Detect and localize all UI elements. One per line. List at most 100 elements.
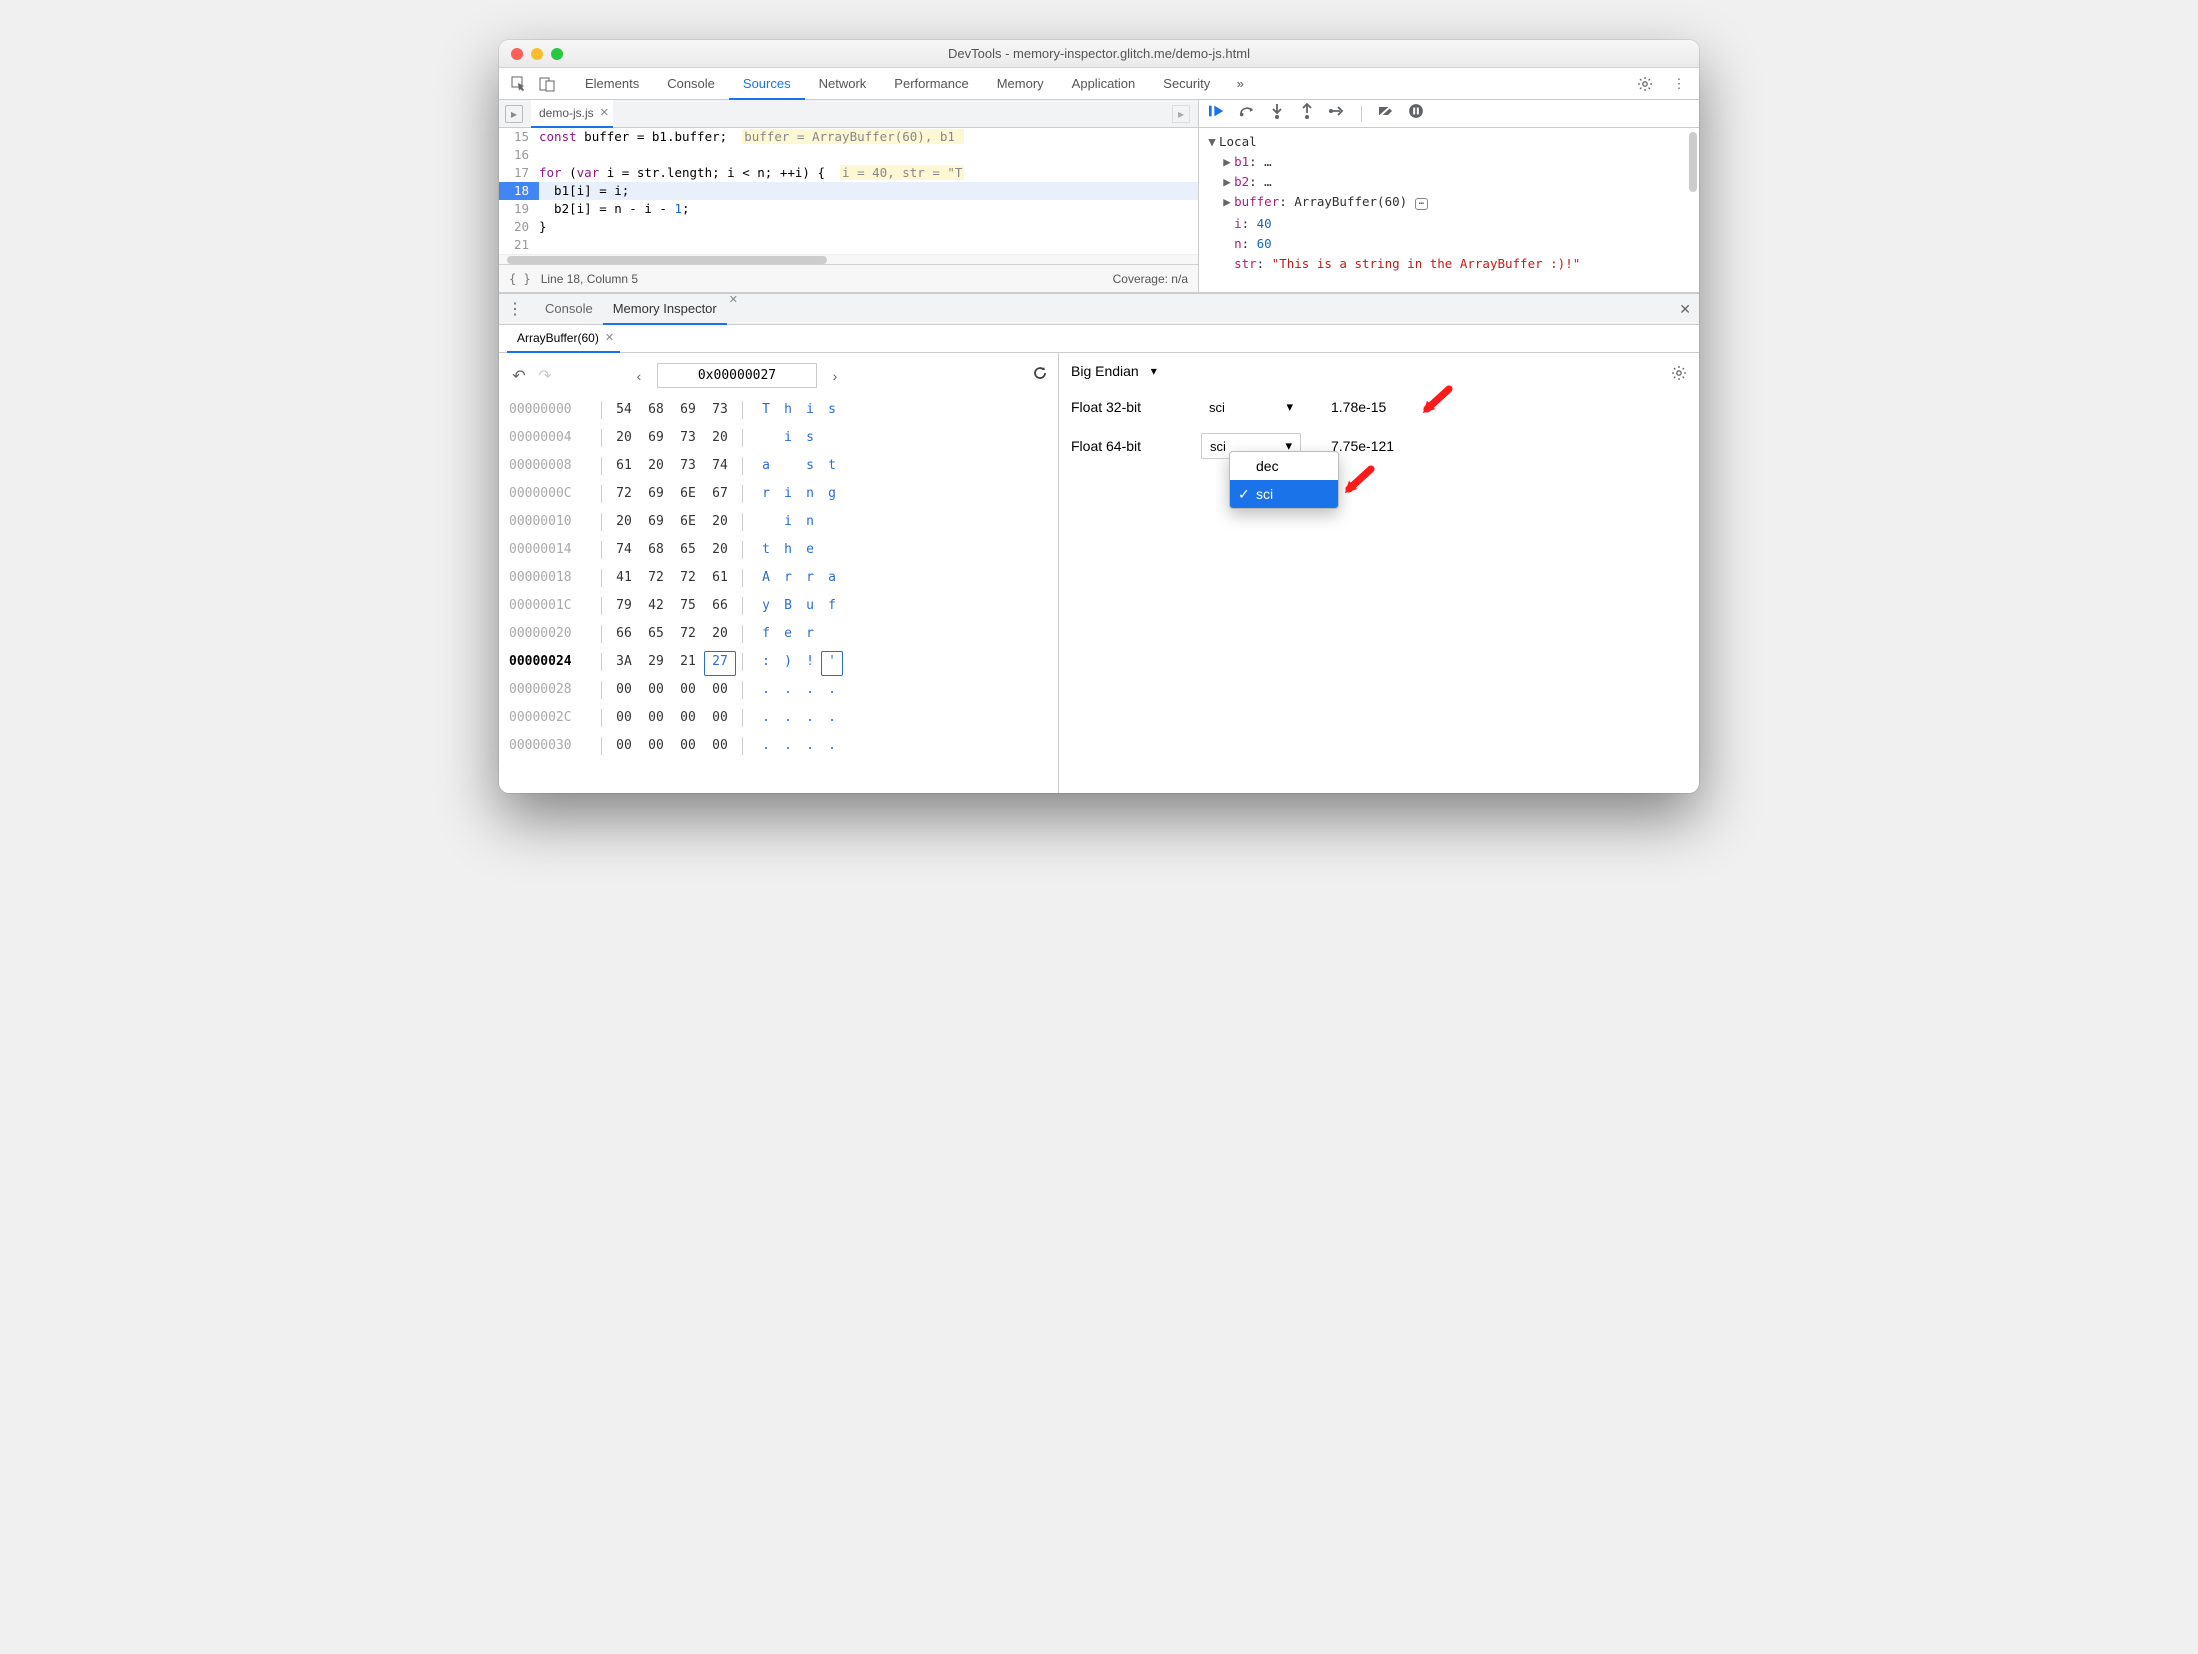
hex-byte[interactable]: 27 (704, 651, 736, 676)
hex-byte[interactable]: 21 (672, 648, 704, 676)
hex-byte[interactable]: 20 (640, 452, 672, 480)
hex-ascii[interactable] (777, 452, 799, 480)
panel-tab-console[interactable]: Console (653, 68, 729, 100)
hex-ascii[interactable]: r (777, 564, 799, 592)
hex-ascii[interactable]: g (821, 480, 843, 508)
hex-byte[interactable]: 68 (640, 396, 672, 424)
line-number[interactable]: 16 (499, 146, 539, 164)
scope-section[interactable]: ▼Local (1207, 132, 1691, 152)
hex-ascii[interactable]: h (777, 536, 799, 564)
scope-variable[interactable]: ▶buffer: ArrayBuffer(60) ⋯ (1207, 192, 1691, 214)
hex-ascii[interactable]: r (755, 480, 777, 508)
hex-byte[interactable]: 3A (608, 648, 640, 676)
dropdown-option-dec[interactable]: dec (1230, 452, 1338, 480)
close-drawer-tab-icon[interactable]: ✕ (729, 293, 738, 325)
hex-ascii[interactable]: A (755, 564, 777, 592)
scope-variable[interactable]: i: 40 (1207, 214, 1691, 234)
hex-ascii[interactable]: : (755, 648, 777, 676)
hex-ascii[interactable]: T (755, 396, 777, 424)
file-tab[interactable]: demo-js.js ✕ (531, 100, 613, 128)
endian-dropdown-icon[interactable]: ▾ (1151, 364, 1157, 378)
dropdown-option-sci[interactable]: sci (1230, 480, 1338, 508)
hex-byte[interactable]: 54 (608, 396, 640, 424)
resume-icon[interactable] (1209, 103, 1225, 124)
hex-byte[interactable]: 20 (704, 620, 736, 648)
scope-variable[interactable]: str: "This is a string in the ArrayBuffe… (1207, 254, 1691, 274)
pretty-print-icon[interactable]: { } (509, 272, 531, 286)
hex-row[interactable]: 0000001C79427566yBuf (509, 592, 1048, 620)
hex-ascii[interactable] (821, 508, 843, 536)
panel-tab-security[interactable]: Security (1149, 68, 1224, 100)
scope-variable[interactable]: ▶b2: … (1207, 172, 1691, 192)
hex-ascii[interactable] (821, 536, 843, 564)
undo-icon[interactable]: ↶ (509, 366, 529, 386)
hex-ascii[interactable]: s (821, 396, 843, 424)
hex-row[interactable]: 0000000054686973This (509, 396, 1048, 424)
value-settings-gear-icon[interactable] (1671, 365, 1687, 386)
hex-ascii[interactable]: t (821, 452, 843, 480)
hex-byte[interactable]: 73 (672, 452, 704, 480)
hex-byte[interactable]: 00 (672, 676, 704, 704)
hex-byte[interactable]: 00 (704, 676, 736, 704)
hex-byte[interactable]: 00 (608, 676, 640, 704)
hex-byte[interactable]: 75 (672, 592, 704, 620)
hex-byte[interactable]: 73 (704, 396, 736, 424)
hex-byte[interactable]: 29 (640, 648, 672, 676)
step-icon[interactable] (1329, 103, 1345, 124)
hex-byte[interactable]: 65 (672, 536, 704, 564)
hex-ascii[interactable]: . (821, 704, 843, 732)
hex-byte[interactable]: 00 (608, 704, 640, 732)
step-into-icon[interactable] (1269, 103, 1285, 124)
hex-ascii[interactable]: . (821, 676, 843, 704)
hex-row[interactable]: 0000002066657220fer (509, 620, 1048, 648)
code-editor[interactable]: 15const buffer = b1.buffer; buffer = Arr… (499, 128, 1198, 254)
hex-row[interactable]: 0000001841727261Arra (509, 564, 1048, 592)
hex-grid[interactable]: 0000000054686973This0000000420697320 is … (509, 396, 1048, 760)
panel-tab-application[interactable]: Application (1058, 68, 1150, 100)
code-line[interactable]: 20} (499, 218, 1198, 236)
memory-inspector-tab[interactable]: ArrayBuffer(60) ✕ (507, 325, 620, 353)
panel-tab-sources[interactable]: Sources (729, 68, 805, 100)
drawer-tab-memory-inspector[interactable]: Memory Inspector (603, 293, 727, 325)
device-toggle-icon[interactable] (535, 72, 559, 96)
hex-byte[interactable]: 41 (608, 564, 640, 592)
hex-ascii[interactable]: . (777, 704, 799, 732)
hex-ascii[interactable]: s (799, 452, 821, 480)
hex-byte[interactable]: 72 (672, 564, 704, 592)
close-memory-tab-icon[interactable]: ✕ (605, 324, 614, 352)
hex-row[interactable]: 0000002C00000000.... (509, 704, 1048, 732)
code-line[interactable]: 18 b1[i] = i; (499, 182, 1198, 200)
hex-ascii[interactable]: r (799, 620, 821, 648)
hex-byte[interactable]: 00 (672, 732, 704, 760)
hex-byte[interactable]: 69 (640, 480, 672, 508)
line-number[interactable]: 19 (499, 200, 539, 218)
hex-ascii[interactable]: y (755, 592, 777, 620)
step-over-icon[interactable] (1239, 103, 1255, 124)
hex-ascii[interactable]: . (799, 704, 821, 732)
hex-byte[interactable]: 72 (608, 480, 640, 508)
hex-byte[interactable]: 67 (704, 480, 736, 508)
hex-row[interactable]: 0000000420697320 is (509, 424, 1048, 452)
code-line[interactable]: 17for (var i = str.length; i < n; ++i) {… (499, 164, 1198, 182)
hex-byte[interactable]: 42 (640, 592, 672, 620)
hex-ascii[interactable]: e (799, 536, 821, 564)
hex-byte[interactable]: 61 (704, 564, 736, 592)
more-panels-icon[interactable]: » (1228, 72, 1252, 96)
hex-byte[interactable]: 66 (608, 620, 640, 648)
hex-ascii[interactable]: u (799, 592, 821, 620)
format-dropdown[interactable]: decsci (1229, 451, 1339, 509)
hex-ascii[interactable]: t (755, 536, 777, 564)
hex-row[interactable]: 0000003000000000.... (509, 732, 1048, 760)
scope-variable[interactable]: n: 60 (1207, 234, 1691, 254)
hex-ascii[interactable]: r (799, 564, 821, 592)
hex-ascii[interactable]: ! (799, 648, 821, 676)
panel-tab-elements[interactable]: Elements (571, 68, 653, 100)
hex-ascii[interactable] (821, 620, 843, 648)
hex-byte[interactable]: 00 (640, 704, 672, 732)
hex-ascii[interactable]: ) (777, 648, 799, 676)
hex-row[interactable]: 000000243A292127:)!' (509, 648, 1048, 676)
hex-row[interactable]: 0000001020696E20 in (509, 508, 1048, 536)
hex-ascii[interactable]: . (755, 732, 777, 760)
hex-byte[interactable]: 6E (672, 480, 704, 508)
next-page-icon[interactable]: › (823, 368, 847, 384)
